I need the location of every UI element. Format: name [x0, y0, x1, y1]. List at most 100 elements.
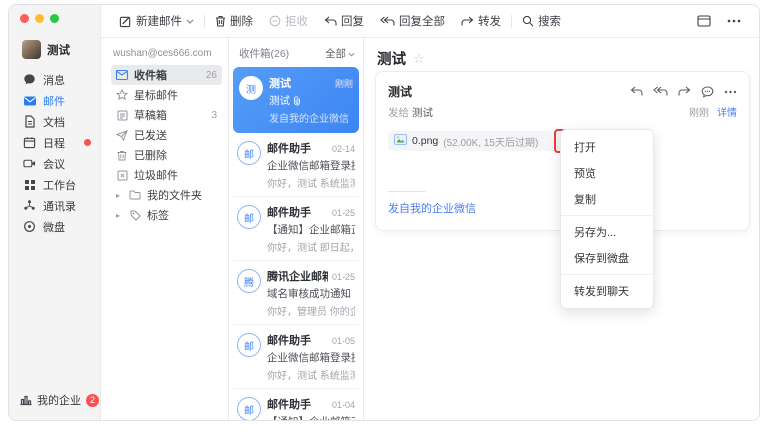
- forward-icon: [461, 16, 474, 27]
- folder-label: 收件箱: [134, 67, 167, 83]
- folder-panel: wushan@ces666.com 收件箱 26 星标邮件 草稿箱 3: [101, 38, 229, 420]
- menu-item-save-as[interactable]: 另存为...: [561, 219, 653, 245]
- attachment-chip[interactable]: 0.png (52.00K, 15天后过期): [388, 131, 556, 151]
- sidebar-item-contacts[interactable]: 通讯录: [9, 195, 100, 216]
- forward-icon[interactable]: [678, 86, 691, 97]
- screenshot-stage: 测试 消息 邮件 文档 日程: [0, 0, 767, 435]
- mail-preview: 你好，管理员 你的企业邮箱域名 c: [267, 303, 355, 318]
- reply-all-button[interactable]: 回复全部: [372, 5, 453, 37]
- forward-button[interactable]: 转发: [453, 5, 509, 37]
- folder-inbox[interactable]: 收件箱 26: [111, 65, 222, 85]
- grid-icon: [23, 178, 36, 191]
- chat-icon: [23, 73, 36, 86]
- menu-item-preview[interactable]: 预览: [561, 160, 653, 186]
- mail-list-item[interactable]: 邮 邮件助手01-25 【通知】企业邮箱正式启用通知 你好，测试 即日起，企业已…: [233, 197, 359, 261]
- minimize-window-button[interactable]: [35, 14, 44, 23]
- sent-icon: [116, 129, 128, 141]
- mail-preview: 发自我的企业微信: [269, 110, 353, 125]
- reject-button[interactable]: 拒收: [261, 5, 316, 37]
- menu-item-open[interactable]: 打开: [561, 134, 653, 160]
- delete-button[interactable]: 删除: [207, 5, 261, 37]
- mail-list-item[interactable]: 邮 邮件助手02-14 企业微信邮箱登录提醒 你好，测试 系统监测到你的邮箱账: [233, 133, 359, 197]
- reply-icon[interactable]: [630, 86, 643, 97]
- sender-avatar: 测: [239, 76, 263, 100]
- menu-item-forward-to-chat[interactable]: 转发到聊天: [561, 278, 653, 304]
- mail-sender: 邮件助手: [267, 396, 311, 412]
- reply-all-icon: [380, 16, 395, 27]
- block-icon: [269, 15, 281, 27]
- comment-icon[interactable]: [701, 86, 714, 98]
- user-profile[interactable]: 测试: [9, 23, 100, 59]
- more-actions-icon[interactable]: [724, 90, 737, 94]
- filter-dropdown[interactable]: 全部: [325, 46, 355, 61]
- reject-label: 拒收: [285, 13, 308, 29]
- trash-icon: [116, 149, 128, 161]
- folder-label: 已删除: [134, 147, 167, 163]
- sidebar-item-meetings[interactable]: 会议: [9, 153, 100, 174]
- enterprise-badge: 2: [86, 394, 99, 407]
- mail-subject: 域名审核成功通知: [267, 286, 351, 301]
- compose-label: 新建邮件: [136, 13, 182, 29]
- compose-button[interactable]: 新建邮件: [111, 5, 202, 37]
- calendar-icon: [23, 136, 36, 149]
- folder-icon: [129, 189, 141, 201]
- attachment-paperclip-icon: [293, 96, 301, 106]
- app-sidebar: 测试 消息 邮件 文档 日程: [9, 5, 101, 420]
- mail-list-item[interactable]: 邮 邮件助手01-05 企业微信邮箱登录提醒 你好，测试 系统监测到你的邮箱账: [233, 325, 359, 389]
- sender-avatar: 邮: [237, 141, 261, 165]
- mail-preview: 你好，测试 即日起，企业已开始使: [267, 239, 355, 254]
- details-link[interactable]: 详情: [717, 104, 737, 119]
- reply-button[interactable]: 回复: [316, 5, 372, 37]
- folder-deleted[interactable]: 已删除: [111, 145, 222, 165]
- sidebar-item-calendar[interactable]: 日程: [9, 132, 100, 153]
- reply-all-icon[interactable]: [653, 86, 668, 97]
- mail-list-item[interactable]: 测 测试刚刚 测试 发自我的企业微信: [233, 67, 359, 133]
- sidebar-item-drive[interactable]: 微盘: [9, 216, 100, 237]
- to-recipient[interactable]: 测试: [412, 107, 433, 119]
- sidebar-item-docs[interactable]: 文档: [9, 111, 100, 132]
- mail-list-item[interactable]: 腾 腾讯企业邮箱01-25 域名审核成功通知 你好，管理员 你的企业邮箱域名 c: [233, 261, 359, 325]
- layout-toggle-button[interactable]: [689, 5, 719, 37]
- expand-arrow-icon[interactable]: ▸: [116, 191, 123, 200]
- search-label: 搜索: [538, 13, 561, 29]
- close-window-button[interactable]: [20, 14, 29, 23]
- folder-label: 已发送: [134, 127, 167, 143]
- sender-avatar: 邮: [237, 205, 261, 229]
- menu-item-copy[interactable]: 复制: [561, 186, 653, 212]
- folder-sent[interactable]: 已发送: [111, 125, 222, 145]
- sidebar-item-mail[interactable]: 邮件: [9, 90, 100, 111]
- sidebar-item-messages[interactable]: 消息: [9, 69, 100, 90]
- folder-my-folders[interactable]: ▸ 我的文件夹: [111, 185, 222, 205]
- mail-toolbar: 新建邮件 删除 拒收 回复 回复全部: [101, 5, 759, 38]
- layout-icon: [697, 15, 711, 27]
- folder-starred[interactable]: 星标邮件: [111, 85, 222, 105]
- more-menu-button[interactable]: [719, 5, 749, 37]
- folder-junk[interactable]: 垃圾邮件: [111, 165, 222, 185]
- sidebar-item-workbench[interactable]: 工作台: [9, 174, 100, 195]
- search-button[interactable]: 搜索: [514, 5, 569, 37]
- mail-subject: 测试: [269, 93, 290, 108]
- image-file-icon: [394, 132, 407, 150]
- signature-link[interactable]: 发自我的企业微信: [388, 200, 476, 216]
- reading-pane: 测试 ☆ 测试: [364, 38, 759, 420]
- mail-preview: 你好，测试 系统监测到你的邮箱账: [267, 175, 355, 190]
- folder-tags[interactable]: ▸ 标签: [111, 205, 222, 225]
- menu-item-save-to-drive[interactable]: 保存到微盘: [561, 245, 653, 271]
- mail-subject: 企业微信邮箱登录提醒: [267, 158, 355, 173]
- sidebar-item-label: 工作台: [43, 177, 76, 193]
- sidebar-item-label: 消息: [43, 72, 65, 88]
- menu-divider: [561, 215, 653, 216]
- folder-drafts[interactable]: 草稿箱 3: [111, 105, 222, 125]
- card-sender: 测试: [388, 83, 412, 100]
- chevron-down-icon: [186, 19, 194, 24]
- mail-sender: 邮件助手: [267, 140, 311, 156]
- star-toggle-icon[interactable]: ☆: [413, 51, 425, 67]
- folder-label: 草稿箱: [134, 107, 167, 123]
- zoom-window-button[interactable]: [50, 14, 59, 23]
- enterprise-icon: [19, 394, 32, 407]
- sidebar-item-my-enterprise[interactable]: 我的企业 2: [19, 392, 99, 408]
- expand-arrow-icon[interactable]: ▸: [116, 211, 123, 220]
- mail-list-item[interactable]: 邮 邮件助手01-04 【通知】企业邮箱正式启用通知 你好，测试 即日起，企业已…: [233, 389, 359, 420]
- user-name: 测试: [47, 42, 70, 58]
- ellipsis-icon: [727, 19, 741, 23]
